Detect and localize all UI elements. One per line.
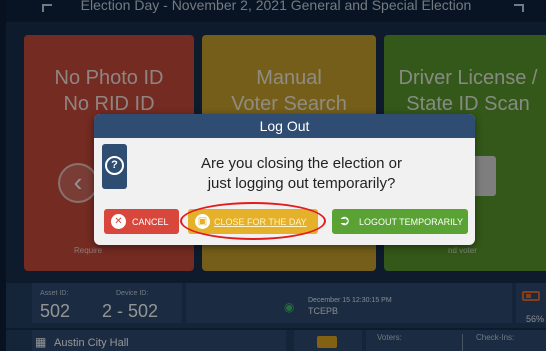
dialog-question-line2: just logging out temporarily? <box>207 175 396 192</box>
highlight-circle <box>180 202 326 240</box>
help-button[interactable]: ? <box>102 144 127 189</box>
cancel-label: CANCEL <box>132 217 169 227</box>
question-circle-icon: ? <box>105 156 124 175</box>
logout-temporarily-button[interactable]: ➲ LOGOUT TEMPORARILY <box>332 209 468 234</box>
x-circle-icon: ✕ <box>111 214 126 229</box>
logout-icon: ➲ <box>338 212 351 228</box>
dialog-header: Log Out <box>94 114 475 138</box>
cancel-button[interactable]: ✕ CANCEL <box>104 209 179 234</box>
dialog-question-line1: Are you closing the election or <box>201 155 402 172</box>
logout-label: LOGOUT TEMPORARILY <box>359 217 464 227</box>
dialog-title: Log Out <box>259 118 310 134</box>
